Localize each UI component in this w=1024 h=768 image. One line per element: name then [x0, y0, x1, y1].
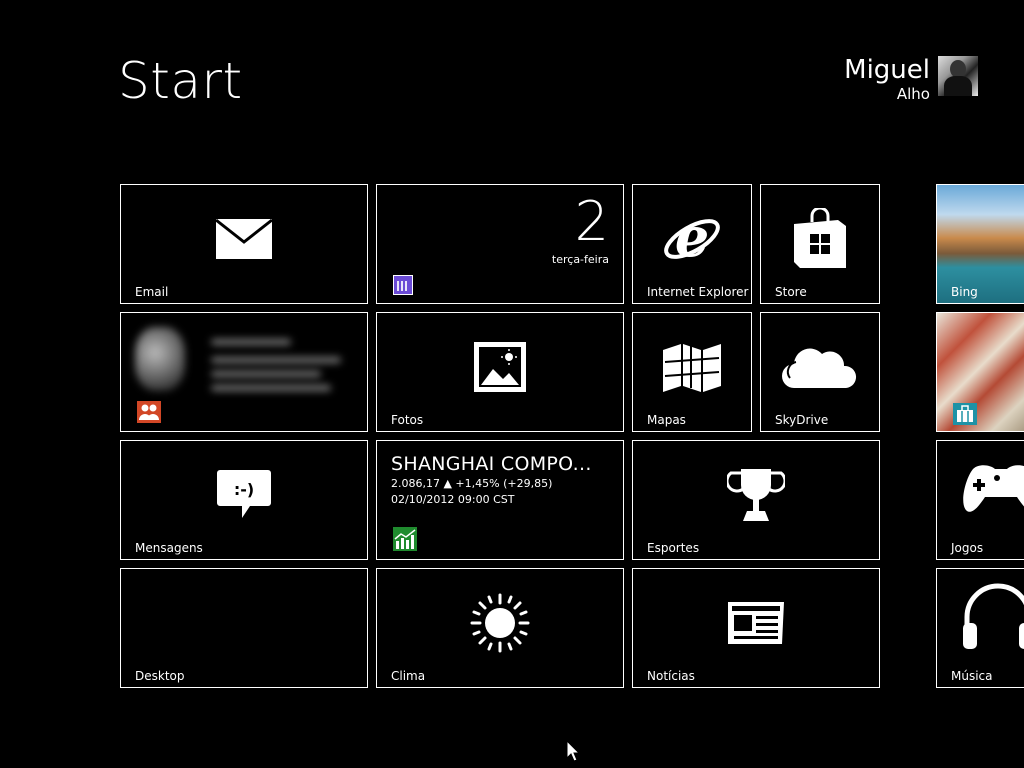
- tile-travel[interactable]: [936, 312, 1024, 432]
- finance-chart-icon: [393, 527, 417, 551]
- tile-email-label: Email: [135, 285, 169, 299]
- tile-musica-label: Música: [951, 669, 993, 683]
- tile-jogos-label: Jogos: [951, 541, 984, 555]
- tile-people[interactable]: [120, 312, 368, 432]
- tile-ie-label: Internet Explorer: [647, 285, 749, 299]
- emoticon-text: :-): [234, 480, 254, 499]
- tile-noticias-label: Notícias: [647, 669, 695, 683]
- tile-finance[interactable]: SHANGHAI COMPO... 2.086,17 ▲ +1,45% (+29…: [376, 440, 624, 560]
- people-icon: [137, 401, 161, 423]
- sun-icon: [470, 593, 530, 653]
- tile-noticias[interactable]: Notícias: [632, 568, 880, 688]
- tile-clima-label: Clima: [391, 669, 426, 683]
- tile-desktop[interactable]: Desktop: [120, 568, 368, 688]
- newspaper-icon: [728, 602, 784, 645]
- map-icon: [663, 344, 721, 393]
- headphones-icon: [963, 583, 1024, 649]
- avatar[interactable]: [938, 56, 978, 96]
- tile-mapas[interactable]: Mapas: [632, 312, 752, 432]
- tile-bing-label: Bing: [951, 285, 978, 299]
- tile-email[interactable]: Email: [120, 184, 368, 304]
- tile-musica[interactable]: Música: [936, 568, 1024, 688]
- tile-skydrive[interactable]: SkyDrive: [760, 312, 880, 432]
- travel-photo: [937, 313, 1024, 431]
- svg-text:e: e: [675, 209, 709, 269]
- game-controller-icon: [963, 465, 1024, 512]
- tile-clima[interactable]: Clima: [376, 568, 624, 688]
- calendar-weekday: terça-feira: [551, 253, 609, 266]
- tile-bing[interactable]: Bing: [936, 184, 1024, 304]
- tile-mensagens-label: Mensagens: [135, 541, 203, 555]
- mouse-cursor-icon: [566, 740, 580, 762]
- calendar-icon: [393, 275, 413, 295]
- cloud-icon: [782, 348, 857, 389]
- chat-bubble-icon: :-): [217, 470, 271, 519]
- page-title: Start: [118, 52, 243, 110]
- user-account[interactable]: Miguel Alho: [844, 56, 978, 104]
- tile-fotos-label: Fotos: [391, 413, 424, 427]
- finance-quote: 2.086,17 ▲ +1,45% (+29,85): [391, 477, 553, 490]
- user-last-name: Alho: [896, 85, 930, 103]
- tile-calendar[interactable]: 2 terça-feira: [376, 184, 624, 304]
- tile-desktop-label: Desktop: [135, 669, 185, 683]
- tile-mensagens[interactable]: :-) Mensagens: [120, 440, 368, 560]
- tile-internet-explorer[interactable]: e Internet Explorer: [632, 184, 752, 304]
- tile-store-label: Store: [775, 285, 807, 299]
- people-blurred-update: [131, 323, 361, 403]
- tile-esportes[interactable]: Esportes: [632, 440, 880, 560]
- tile-esportes-label: Esportes: [647, 541, 700, 555]
- calendar-day-number: 2: [574, 190, 609, 253]
- suitcase-icon: [953, 403, 977, 425]
- finance-datetime: 02/10/2012 09:00 CST: [391, 493, 515, 506]
- photo-icon: [474, 342, 526, 393]
- tile-jogos[interactable]: Jogos: [936, 440, 1024, 560]
- tile-mapas-label: Mapas: [647, 413, 686, 427]
- trophy-icon: [727, 469, 785, 522]
- finance-index-name: SHANGHAI COMPO...: [391, 453, 592, 475]
- tile-skydrive-label: SkyDrive: [775, 413, 829, 427]
- internet-explorer-icon: e: [664, 209, 720, 269]
- tile-store[interactable]: Store: [760, 184, 880, 304]
- mail-icon: [215, 219, 273, 260]
- user-first-name: Miguel: [844, 55, 930, 85]
- tile-fotos[interactable]: Fotos: [376, 312, 624, 432]
- store-bag-icon: [794, 208, 846, 269]
